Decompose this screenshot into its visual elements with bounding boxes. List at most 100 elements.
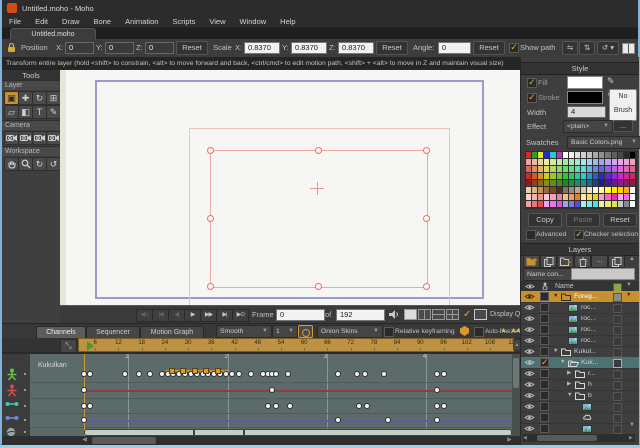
timeline-expand-icon[interactable]: ⤡	[60, 339, 77, 353]
orbit-workspace-tool[interactable]: ↺	[46, 157, 61, 171]
stroke-checkbox[interactable]	[527, 93, 537, 103]
layers-hscroll-right-icon[interactable]: ▶	[629, 434, 633, 442]
layer-color-swatch[interactable]	[613, 304, 622, 313]
keyframe-shield-icon[interactable]	[460, 326, 469, 336]
layers-hscroll-left-icon[interactable]: ◀	[523, 434, 527, 442]
menu-animation[interactable]: Animation	[118, 16, 165, 27]
layer-expand-caret[interactable]: ▼	[567, 392, 572, 398]
keyframe-orange[interactable]	[215, 368, 221, 374]
menu-window[interactable]: Window	[232, 16, 273, 27]
skeleton-red-icon[interactable]	[5, 384, 19, 397]
swatch-set-dropdown[interactable]: Basic Colors.png▼	[567, 136, 640, 149]
rotate-workspace-tool[interactable]: ↻	[32, 157, 47, 171]
keyframe-dot[interactable]	[362, 371, 368, 377]
layer-selector-tool[interactable]: ◧	[18, 105, 33, 119]
layer-bone-checkbox[interactable]	[540, 292, 549, 301]
layer-color-swatch[interactable]	[613, 425, 622, 434]
selection-handle[interactable]	[207, 147, 214, 154]
copy-swatch-button[interactable]: Copy	[528, 213, 562, 227]
fill-eyedropper-icon[interactable]: ✎	[607, 76, 615, 87]
selection-handle[interactable]	[315, 147, 322, 154]
quality-checkbox[interactable]: ✓	[463, 309, 471, 320]
keyframe-dot[interactable]	[335, 417, 341, 423]
layer-color-swatch[interactable]	[613, 392, 622, 401]
keyframe-dot[interactable]	[385, 417, 391, 423]
layer-color-swatch[interactable]	[613, 337, 622, 346]
menu-draw[interactable]: Draw	[55, 16, 87, 27]
keyframe-dot[interactable]	[354, 371, 360, 377]
keyframe-dot[interactable]	[122, 371, 128, 377]
layer-color-swatch[interactable]	[613, 315, 622, 324]
keyframe-dot[interactable]	[434, 417, 440, 423]
keyframe-dot[interactable]	[273, 403, 279, 409]
view-single-icon[interactable]	[404, 309, 417, 320]
interp-step-dropdown[interactable]: 1▼	[272, 325, 298, 338]
position-x-field[interactable]: 0	[65, 42, 94, 54]
keyframe-dot[interactable]	[441, 371, 447, 377]
layer-bone-checkbox[interactable]	[540, 314, 549, 323]
onion-skin-icon[interactable]	[298, 325, 313, 338]
play-button[interactable]: ▶	[184, 309, 201, 322]
speaker-icon[interactable]	[388, 309, 400, 320]
flip-horizontal-button[interactable]: ⇋	[562, 41, 578, 55]
layer-expand-caret[interactable]: ▼	[553, 348, 558, 354]
layer-color-swatch[interactable]	[613, 414, 622, 423]
keyframe-dot[interactable]	[87, 371, 93, 377]
reset-all-transforms-button[interactable]: ↺ ▾	[597, 41, 619, 55]
channel-expand-dot[interactable]	[24, 419, 26, 421]
layer-visibility-icon[interactable]	[524, 403, 535, 410]
reset-swatch-button[interactable]: Reset	[603, 213, 637, 227]
show-path-checkbox[interactable]	[509, 43, 519, 53]
swatch-cell[interactable]	[630, 187, 636, 194]
layer-menu-caret-icon[interactable]: ▼	[626, 292, 631, 298]
rotate-layer-tool[interactable]: ↻	[32, 91, 47, 105]
keyframe-dot[interactable]	[159, 371, 165, 377]
frame-ruler[interactable]: 6121824303642485460667278849096102108114	[78, 338, 514, 352]
angle-field[interactable]: 0	[438, 42, 471, 54]
layer-visibility-icon[interactable]	[524, 326, 535, 333]
frame-field[interactable]: 0	[276, 309, 325, 321]
menu-edit[interactable]: Edit	[28, 16, 55, 27]
keyframe-dot[interactable]	[136, 371, 142, 377]
loop-start-button[interactable]: ◀⊙	[136, 309, 153, 322]
view-split-horizontal-icon[interactable]	[432, 309, 445, 320]
layer-visibility-icon[interactable]	[524, 304, 535, 311]
keyframe-dot[interactable]	[81, 387, 87, 393]
hscroll-left-arrow-icon[interactable]: ◀	[80, 436, 89, 445]
keyframe-dot[interactable]	[434, 371, 440, 377]
keyframe-dot[interactable]	[335, 371, 341, 377]
layers-menu-caret-icon[interactable]: ▼	[626, 282, 632, 288]
delete-layer-button[interactable]	[574, 255, 591, 268]
keyframe-dot[interactable]	[434, 387, 440, 393]
layers-scroll-down-icon[interactable]: ▼	[629, 422, 635, 428]
swatch-cell[interactable]	[630, 166, 636, 173]
track-area[interactable]: 1234Kukulkan	[30, 354, 512, 438]
scale-z-field[interactable]: 0.8370	[338, 42, 374, 54]
menu-view[interactable]: View	[202, 16, 232, 27]
swatch-cell[interactable]	[630, 201, 636, 208]
scale-x-field[interactable]: 0.8370	[244, 42, 280, 54]
layer-filter-dropdown[interactable]: Name con...▼	[523, 268, 573, 281]
scale-layer-tool[interactable]: ⊞	[46, 91, 61, 105]
width-field[interactable]: 4	[567, 106, 606, 118]
end-frame-field[interactable]: 192	[336, 309, 385, 321]
layers-scroll-up-icon[interactable]: ▲	[629, 256, 635, 262]
layer-visibility-icon[interactable]	[524, 392, 535, 399]
scale-reset-button[interactable]: Reset	[376, 41, 408, 55]
keyframe-dot[interactable]	[434, 403, 440, 409]
sequencer-bar[interactable]	[84, 429, 512, 436]
keyframe-dot[interactable]	[147, 371, 153, 377]
advanced-checkbox[interactable]	[526, 230, 536, 240]
keyframe-dot[interactable]	[87, 403, 93, 409]
layer-visibility-icon[interactable]	[524, 348, 535, 355]
layer-bone-checkbox[interactable]	[540, 424, 549, 433]
canvas[interactable]	[60, 69, 520, 306]
layer-color-swatch[interactable]	[613, 348, 622, 357]
layer-more-button[interactable]: ...	[591, 255, 608, 268]
position-reset-button[interactable]: Reset	[176, 41, 208, 55]
add-keyframe-icon[interactable]: ▲	[500, 327, 507, 334]
roll-camera-tool[interactable]	[32, 131, 47, 145]
layer-color-swatch[interactable]	[613, 381, 622, 390]
selection-handle[interactable]	[207, 283, 214, 290]
menu-bone[interactable]: Bone	[87, 16, 119, 27]
